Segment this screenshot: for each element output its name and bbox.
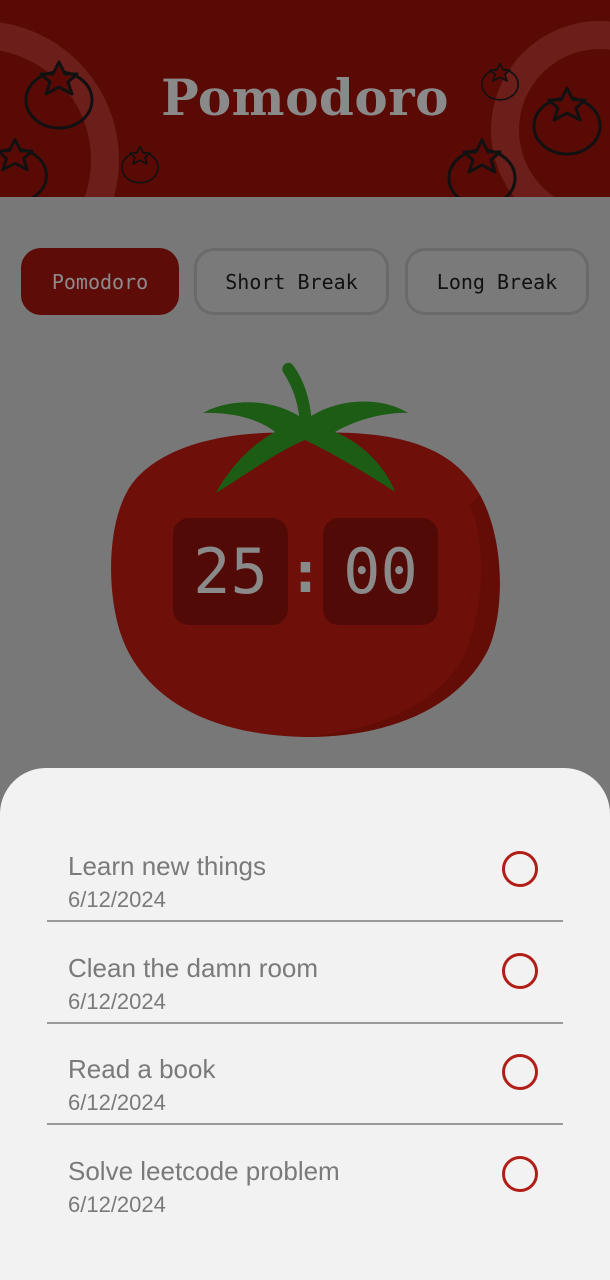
task-date: 6/12/2024 — [68, 1090, 166, 1115]
tab-long-break[interactable]: Long Break — [405, 248, 589, 315]
task-title: Clean the damn room — [68, 953, 319, 983]
tomato-outline-icon — [0, 138, 48, 197]
task-checkbox[interactable] — [502, 953, 538, 989]
task-title: Read a book — [68, 1054, 216, 1084]
task-title: Solve leetcode problem — [68, 1156, 340, 1186]
page-title: Pomodoro — [161, 68, 449, 127]
task-checkbox[interactable] — [502, 1054, 538, 1090]
app-header: Pomodoro — [0, 0, 610, 197]
task-date: 6/12/2024 — [68, 989, 166, 1014]
tomato-outline-icon — [121, 145, 159, 184]
task-title: Learn new things — [68, 851, 267, 881]
task-item[interactable]: Learn new things 6/12/2024 — [47, 819, 563, 922]
timer-minutes: 25 — [173, 518, 288, 625]
task-sheet: Learn new things 6/12/2024 Clean the dam… — [0, 768, 610, 1280]
timer-separator: : — [288, 537, 323, 606]
task-item[interactable]: Solve leetcode problem 6/12/2024 — [47, 1124, 563, 1225]
task-date: 6/12/2024 — [68, 1192, 166, 1217]
task-checkbox[interactable] — [502, 1156, 538, 1192]
task-checkbox[interactable] — [502, 851, 538, 887]
tab-short-break[interactable]: Short Break — [194, 248, 389, 315]
task-item[interactable]: Clean the damn room 6/12/2024 — [47, 921, 563, 1024]
tab-pomodoro[interactable]: Pomodoro — [21, 248, 179, 315]
timer-seconds: 00 — [323, 518, 438, 625]
task-item[interactable]: Read a book 6/12/2024 — [47, 1022, 563, 1125]
task-date: 6/12/2024 — [68, 887, 166, 912]
